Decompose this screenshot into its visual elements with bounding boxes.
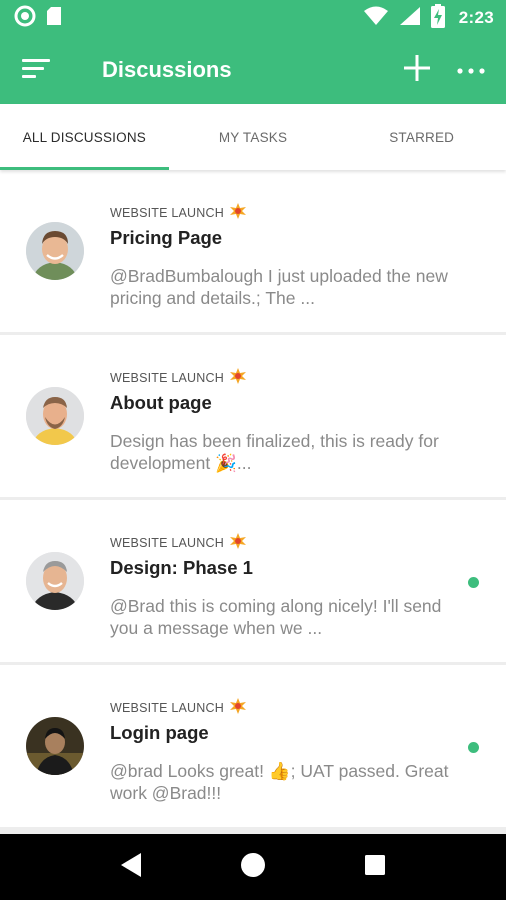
unread-indicator (468, 577, 479, 588)
tab-bar: ALL DISCUSSIONS MY TASKS STARRED (0, 104, 506, 170)
more-options-button[interactable] (446, 45, 496, 95)
app-bar: Discussions (0, 36, 506, 104)
discussion-title: About page (110, 392, 212, 413)
project-label: WEBSITE LAUNCH (110, 533, 246, 552)
discussion-item[interactable]: WEBSITE LAUNCH Pricing Page @BradBumbalo… (0, 170, 506, 332)
tab-my-tasks[interactable]: MY TASKS (169, 104, 338, 170)
battery-charging-icon (430, 3, 445, 33)
project-label: WEBSITE LAUNCH (110, 368, 246, 387)
discussion-title: Design: Phase 1 (110, 557, 253, 578)
unread-indicator (468, 742, 479, 753)
avatar (26, 552, 84, 610)
avatar (26, 222, 84, 280)
page-title: Discussions (102, 57, 232, 82)
status-bar: 2:23 (0, 0, 506, 36)
avatar (26, 387, 84, 445)
discussion-preview: @BradBumbalough I just uploaded the new … (110, 266, 448, 308)
add-icon (404, 54, 430, 86)
collision-emoji-icon (229, 533, 246, 552)
home-icon (240, 852, 266, 883)
system-navigation-bar (0, 834, 506, 900)
discussion-preview: Design has been finalized, this is ready… (110, 431, 439, 473)
more-icon (457, 61, 485, 79)
home-button[interactable] (223, 837, 283, 897)
signal-icon (399, 6, 421, 31)
collision-emoji-icon (229, 368, 246, 387)
discussion-item[interactable]: WEBSITE LAUNCH Login page @brad Looks gr… (0, 665, 506, 827)
recents-button[interactable] (345, 837, 405, 897)
tab-starred[interactable]: STARRED (337, 104, 506, 170)
project-label: WEBSITE LAUNCH (110, 203, 246, 222)
back-button[interactable] (101, 837, 161, 897)
circle-notification-icon (14, 5, 36, 32)
tab-all-discussions[interactable]: ALL DISCUSSIONS (0, 104, 169, 170)
menu-button[interactable] (0, 36, 72, 104)
recents-icon (364, 854, 386, 881)
status-time: 2:23 (458, 8, 494, 27)
wifi-icon (363, 6, 389, 31)
discussion-item[interactable]: WEBSITE LAUNCH About page Design has bee… (0, 335, 506, 497)
discussion-title: Pricing Page (110, 227, 223, 248)
project-label: WEBSITE LAUNCH (110, 698, 246, 717)
discussion-list: WEBSITE LAUNCH Pricing Page @BradBumbalo… (0, 170, 506, 834)
collision-emoji-icon (229, 203, 246, 222)
menu-icon (22, 57, 50, 84)
avatar (26, 717, 84, 775)
discussion-title: Login page (110, 722, 209, 743)
sd-card-icon (46, 6, 62, 31)
back-icon (119, 852, 143, 883)
collision-emoji-icon (229, 698, 246, 717)
add-button[interactable] (392, 45, 442, 95)
discussion-preview: @brad Looks great! 👍; UAT passed. Great … (110, 761, 449, 803)
discussion-item[interactable]: WEBSITE LAUNCH Design: Phase 1 @Brad thi… (0, 500, 506, 662)
discussion-preview: @Brad this is coming along nicely! I'll … (110, 596, 442, 638)
